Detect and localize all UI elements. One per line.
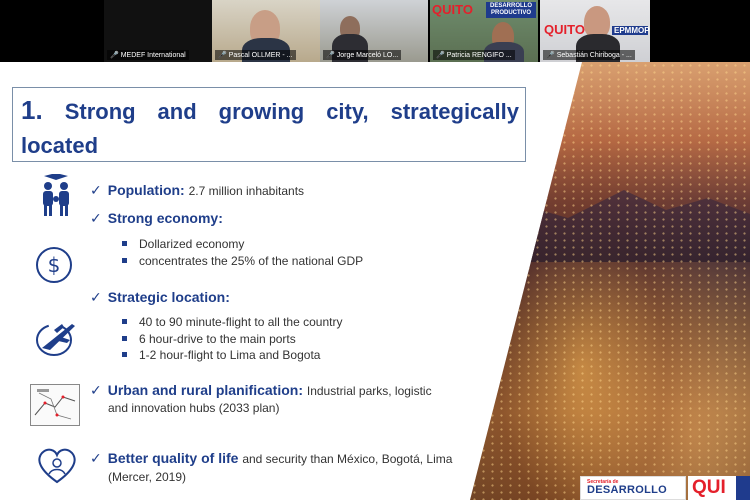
mic-muted-icon: 🎤: [436, 52, 445, 59]
participant-name: 🎤 Sebastián Chiriboga - ...: [543, 50, 635, 60]
check-icon: ✓: [90, 450, 102, 466]
check-icon: ✓: [90, 289, 102, 305]
mic-muted-icon: 🎤: [546, 52, 555, 59]
participants-strip: 🎤 MEDEF International 🎤 Pascal OLLMER - ..…: [0, 0, 750, 62]
participant-name: 🎤 Pascal OLLMER - ...: [215, 50, 296, 60]
participant-tile[interactable]: 🎤 Jorge Marceló LO...: [320, 0, 428, 62]
check-icon: ✓: [90, 382, 102, 398]
desarrollo-productivo-logo: Secretaría de DESARROLLO: [580, 476, 686, 500]
location-bullet: 1-2 hour-flight to Lima and Bogota: [122, 348, 320, 362]
quality-life-item: ✓ Better quality of life and security tha…: [90, 450, 453, 466]
urban-item: ✓ Urban and rural planification: Industri…: [90, 382, 432, 398]
heart-hands-icon: [34, 444, 80, 486]
population-item: ✓ Population: 2.7 million inhabitants: [90, 182, 305, 198]
dollar-icon: $: [34, 245, 74, 285]
location-bullet: 6 hour-drive to the main ports: [122, 332, 296, 346]
population-icon: [38, 173, 74, 218]
participant-tile[interactable]: 🎤 MEDEF International: [104, 0, 212, 62]
participant-tile[interactable]: QUITO DESARROLLO PRODUCTIVO 🎤 Patricia RE…: [430, 0, 538, 62]
shared-slide: 1. Strong and growing city, strategicall…: [0, 62, 750, 500]
economy-bullet: concentrates the 25% of the national GDP: [122, 254, 363, 268]
participant-name: 🎤 Jorge Marceló LO...: [323, 50, 402, 60]
epmmop-logo: EPMMOP: [612, 26, 650, 35]
participant-tile[interactable]: 🎤 Pascal OLLMER - ...: [212, 0, 320, 62]
slide-title-box: 1. Strong and growing city, strategicall…: [12, 87, 526, 162]
mic-muted-icon: 🎤: [110, 52, 119, 59]
check-icon: ✓: [90, 210, 102, 226]
participant-name: 🎤 MEDEF International: [107, 50, 189, 60]
desarrollo-logo: DESARROLLO PRODUCTIVO: [486, 2, 536, 18]
urban-desc: and innovation hubs (2033 plan): [108, 401, 280, 415]
mic-muted-icon: 🎤: [218, 52, 227, 59]
svg-text:$: $: [48, 253, 61, 277]
map-icon: [30, 384, 80, 426]
footer-logos: Secretaría de DESARROLLO QUI: [580, 476, 750, 500]
quito-footer-logo: QUI: [688, 476, 750, 500]
quality-life-desc: (Mercer, 2019): [108, 470, 187, 484]
economy-bullet: Dollarized economy: [122, 237, 244, 251]
mic-muted-icon: 🎤: [326, 52, 335, 59]
quito-logo: QUITO: [432, 2, 473, 17]
participant-name: 🎤 Patricia RENGIFO ...: [433, 50, 515, 60]
quito-logo: QUITO: [544, 22, 585, 37]
location-item: ✓ Strategic location:: [90, 289, 230, 305]
plane-icon: [32, 318, 78, 358]
check-icon: ✓: [90, 182, 102, 198]
participant-tile[interactable]: QUITO EPMMOP 🎤 Sebastián Chiriboga - ...: [540, 0, 650, 62]
location-bullet: 40 to 90 minute-flight to all the countr…: [122, 315, 342, 329]
economy-item: ✓ Strong economy:: [90, 210, 223, 226]
slide-title: 1. Strong and growing city, strategicall…: [21, 95, 519, 158]
